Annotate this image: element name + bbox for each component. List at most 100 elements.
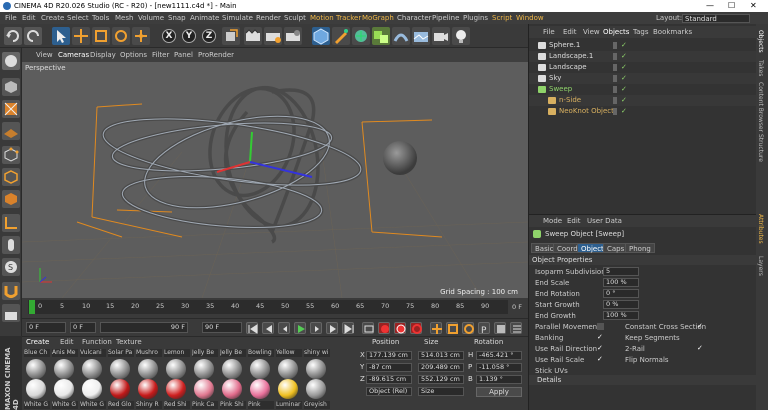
pen-spline-icon[interactable]	[332, 27, 350, 45]
size-mode-select[interactable]: Size	[418, 387, 464, 396]
am-menu-user-data[interactable]: User Data	[587, 215, 622, 227]
render-settings-icon[interactable]	[284, 27, 302, 45]
render-view-icon[interactable]	[244, 27, 262, 45]
close-button[interactable]: ✕	[750, 0, 757, 12]
timeline-menu-icon[interactable]	[510, 322, 522, 334]
viewport-menu-panel[interactable]: Panel	[174, 48, 193, 62]
object-row[interactable]: Landscape.1 ✓	[529, 51, 757, 62]
visibility-dots-icon[interactable]	[613, 64, 617, 71]
viewport-menu-view[interactable]: View	[36, 48, 53, 62]
move-icon[interactable]	[72, 27, 90, 45]
texture-mode-icon[interactable]	[2, 100, 20, 118]
object-row[interactable]: n-Side ✓	[529, 95, 757, 106]
material-swatch[interactable]: Pink	[248, 379, 274, 409]
constant-cross-section-checkbox[interactable]: ✓	[697, 322, 703, 330]
object-row[interactable]: Sky ✓	[529, 73, 757, 84]
material-swatch[interactable]: Luminar	[276, 379, 302, 409]
menu-tools[interactable]: Tools	[92, 12, 109, 24]
material-menu-edit[interactable]: Edit	[60, 337, 74, 348]
use-rail-direction-checkbox[interactable]: ✓	[597, 344, 603, 352]
enabled-check-icon[interactable]: ✓	[621, 84, 627, 95]
om-menu-view[interactable]: View	[583, 26, 600, 38]
position-key-icon[interactable]	[430, 322, 442, 334]
y-axis-lock-button[interactable]: Y	[182, 29, 196, 43]
loop-icon[interactable]	[362, 322, 374, 334]
size-y-field[interactable]: 209.489 cm	[418, 363, 464, 372]
visibility-dots-icon[interactable]	[613, 86, 617, 93]
scale-key-icon[interactable]	[446, 322, 458, 334]
menu-edit[interactable]: Edit	[22, 12, 36, 24]
rotation-p-field[interactable]: -11.058 °	[476, 363, 522, 372]
menu-animate[interactable]: Animate	[190, 12, 219, 24]
om-menu-objects[interactable]: Objects	[603, 26, 629, 38]
enabled-check-icon[interactable]: ✓	[621, 51, 627, 62]
size-x-field[interactable]: 514.013 cm	[418, 351, 464, 360]
end-growth-field[interactable]: 100 %	[603, 311, 639, 320]
material-swatch[interactable]: Anis Me	[52, 349, 78, 379]
workplane-icon[interactable]	[2, 122, 20, 140]
minimize-button[interactable]: —	[706, 0, 714, 12]
dock-tab-attributes[interactable]: Attributes	[757, 214, 764, 244]
light-icon[interactable]	[452, 27, 470, 45]
visibility-dots-icon[interactable]	[613, 53, 617, 60]
camera-icon[interactable]	[432, 27, 450, 45]
material-swatch[interactable]: Vulcani	[80, 349, 106, 379]
live-selection-icon[interactable]	[132, 27, 150, 45]
material-swatch[interactable]: Mushro	[136, 349, 162, 379]
enabled-check-icon[interactable]: ✓	[621, 40, 627, 51]
end-scale-field[interactable]: 100 %	[603, 278, 639, 287]
apply-button[interactable]: Apply	[476, 387, 522, 397]
material-menu-function[interactable]: Function	[82, 337, 112, 348]
enable-axis-icon[interactable]	[2, 214, 20, 232]
points-mode-icon[interactable]	[2, 146, 20, 164]
menu-window[interactable]: Window	[516, 12, 544, 24]
menu-select[interactable]: Select	[67, 12, 89, 24]
menu-snap[interactable]: Snap	[168, 12, 186, 24]
parameter-key-icon[interactable]: P	[478, 322, 490, 336]
end-rotation-field[interactable]: 0 °	[603, 289, 639, 298]
material-swatch[interactable]: Pink Ca	[192, 379, 218, 409]
visibility-dots-icon[interactable]	[613, 108, 617, 115]
object-row[interactable]: NeoKnot Object ✓	[529, 106, 757, 117]
material-swatch[interactable]: Greyish	[304, 379, 330, 409]
select-arrow-icon[interactable]	[52, 27, 70, 45]
previous-key-icon[interactable]	[262, 322, 274, 334]
details-section[interactable]: Details	[529, 375, 757, 385]
snap-icon[interactable]	[2, 282, 20, 300]
two-rail-checkbox[interactable]: ✓	[697, 344, 703, 352]
material-menu-create[interactable]: Create	[26, 337, 49, 348]
viewport-menu-options[interactable]: Options	[120, 48, 147, 62]
rotation-key-icon[interactable]	[462, 322, 474, 334]
material-swatch[interactable]: Bowling	[248, 349, 274, 379]
menu-character[interactable]: Character	[397, 12, 432, 24]
material-menu-texture[interactable]: Texture	[116, 337, 142, 348]
go-to-end-icon[interactable]	[342, 322, 354, 334]
rotate-icon[interactable]	[112, 27, 130, 45]
timeline-ruler[interactable]: 0 5 10 15 20 25 30 35 40 45 50 55 60 65 …	[28, 300, 508, 314]
menu-plugins[interactable]: Plugins	[463, 12, 488, 24]
scale-icon[interactable]	[92, 27, 110, 45]
menu-sculpt[interactable]: Sculpt	[284, 12, 306, 24]
current-frame-field[interactable]: 0 F	[26, 322, 66, 333]
parallel-movement-checkbox[interactable]	[597, 323, 604, 330]
viewport-menu-display[interactable]: Display	[90, 48, 116, 62]
end-frame-field[interactable]: 90 F	[202, 322, 242, 333]
material-swatch[interactable]: Red Shi	[164, 379, 190, 409]
object-row[interactable]: Sphere.1 ✓	[529, 40, 757, 51]
polygons-mode-icon[interactable]	[2, 190, 20, 208]
om-menu-file[interactable]: File	[543, 26, 555, 38]
autokey-icon[interactable]	[394, 322, 406, 334]
start-frame-field[interactable]: 0 F	[70, 322, 96, 333]
viewport-menu-filter[interactable]: Filter	[152, 48, 169, 62]
redo-icon[interactable]	[24, 27, 42, 45]
material-swatch[interactable]: shiny wi	[304, 349, 330, 379]
use-rail-scale-checkbox[interactable]: ✓	[597, 355, 603, 363]
coordinate-mode-select[interactable]: Object (Rel)	[366, 387, 412, 396]
banking-checkbox[interactable]: ✓	[597, 333, 603, 341]
model-mode-icon[interactable]	[2, 78, 20, 96]
viewport-menu-cameras[interactable]: Cameras	[58, 48, 89, 62]
material-swatch[interactable]: Yellow	[276, 349, 302, 379]
menu-file[interactable]: File	[5, 12, 17, 24]
am-menu-edit[interactable]: Edit	[567, 215, 581, 227]
keyframe-selection-icon[interactable]	[410, 322, 422, 334]
